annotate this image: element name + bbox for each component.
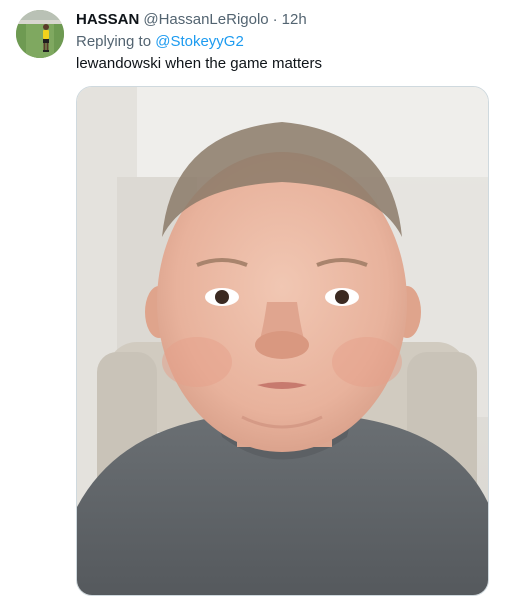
avatar[interactable] [16, 10, 64, 58]
tweet-text: lewandowski when the game matters [76, 55, 322, 72]
media-photo [77, 87, 488, 595]
replying-to-label: Replying to [76, 33, 156, 50]
tweet-header: HASSAN @HassanLeRigolo · 12h [76, 10, 307, 30]
avatar-image [16, 10, 64, 58]
reply-to-mention[interactable]: @StokeyyG2 [155, 33, 244, 50]
timestamp[interactable]: 12h [282, 10, 307, 30]
separator-dot: · [272, 11, 278, 28]
display-name[interactable]: HASSAN [76, 10, 139, 30]
user-handle[interactable]: @HassanLeRigolo [143, 10, 268, 30]
tweet-media[interactable] [76, 86, 489, 596]
tweet[interactable]: HASSAN @HassanLeRigolo · 12h Replying to… [0, 0, 508, 607]
replying-to: Replying to @StokeyyG2 [76, 32, 244, 52]
